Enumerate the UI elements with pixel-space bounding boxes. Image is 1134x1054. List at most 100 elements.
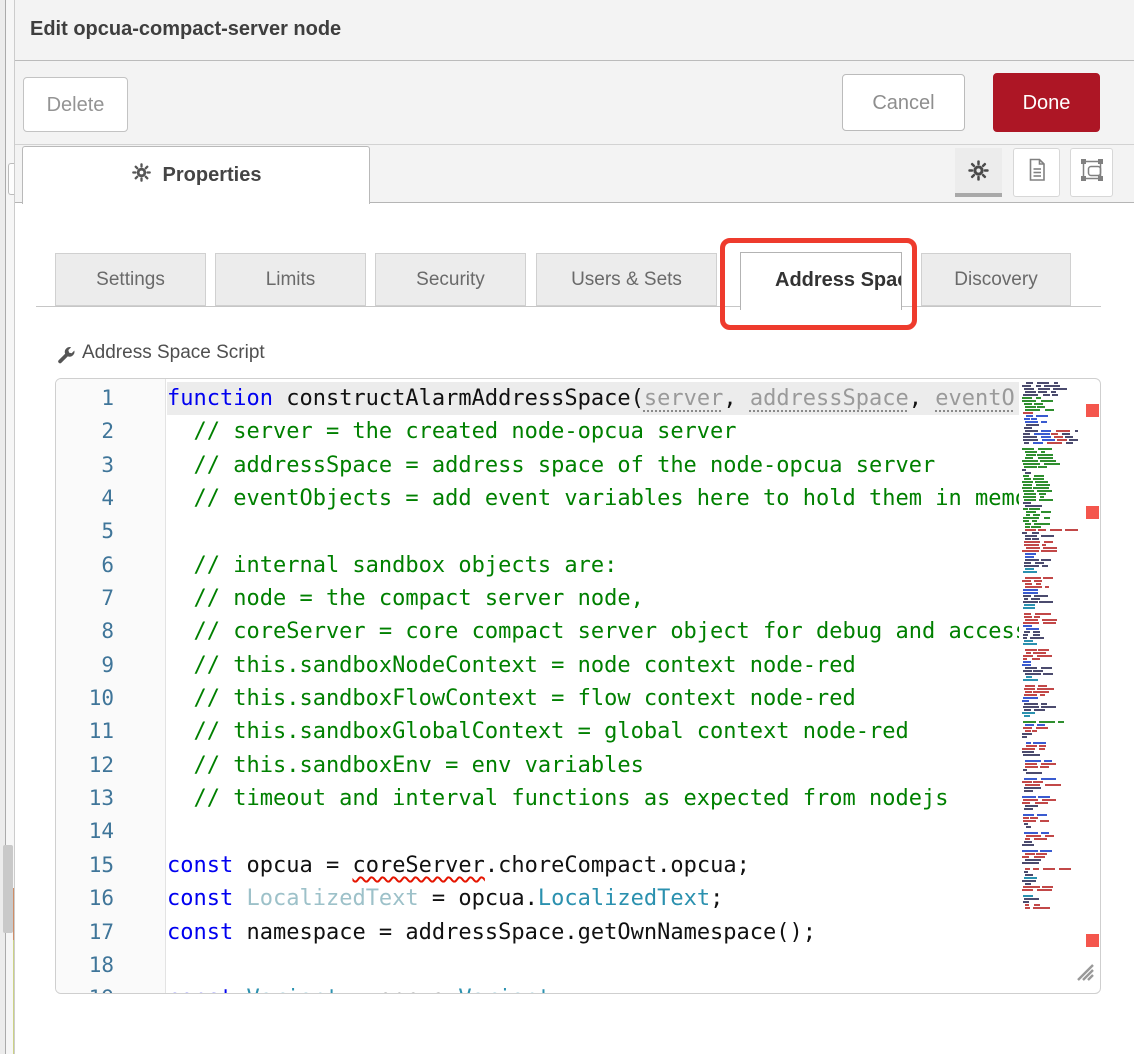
- minimap-dash: [1022, 712, 1034, 714]
- minimap-dash: [1024, 898, 1040, 900]
- line-number: 17: [56, 916, 166, 949]
- minimap-dash: [1024, 787, 1040, 789]
- minimap-dash: [1023, 412, 1033, 414]
- minimap-dash: [1036, 397, 1041, 399]
- minimap-dash: [1037, 406, 1045, 408]
- minimap-dash: [1023, 394, 1038, 396]
- gear-icon: [131, 162, 152, 189]
- minimap-dash: [1034, 433, 1050, 435]
- minimap-dash: [1042, 439, 1055, 441]
- done-button[interactable]: Done: [993, 73, 1100, 132]
- code-token: // timeout and interval functions as exp…: [167, 786, 948, 811]
- code-token: = opcua.: [339, 986, 458, 994]
- code-line: // this.sandboxGlobalContext = global co…: [167, 715, 1019, 748]
- section-title: Address Space Script: [82, 342, 265, 364]
- error-annotation-marker[interactable]: [1086, 506, 1099, 519]
- minimap-dash: [1023, 496, 1036, 498]
- code-line: // node = the compact server node,: [167, 582, 1019, 615]
- minimap-dash: [1050, 529, 1061, 531]
- resize-grip[interactable]: [1072, 959, 1096, 983]
- minimap-dash: [1036, 853, 1047, 855]
- workspace-scrollbar-thumb[interactable]: [3, 845, 13, 933]
- description-nav-button[interactable]: [1013, 148, 1060, 197]
- minimap-dash: [1023, 622, 1040, 624]
- minimap-dash: [1026, 547, 1041, 549]
- code-line: [167, 515, 1019, 548]
- minimap-dash: [1026, 826, 1031, 828]
- minimap-dash: [1023, 799, 1038, 801]
- minimap-dash: [1025, 763, 1037, 765]
- highlight-annotation-box: [720, 238, 917, 330]
- minimap-dash: [1022, 751, 1034, 753]
- line-number: 12: [56, 749, 166, 782]
- dialog-title: Edit opcua-compact-server node: [30, 18, 341, 41]
- minimap-dash: [1025, 526, 1030, 528]
- minimap-dash: [1045, 409, 1054, 411]
- tab-security[interactable]: Security: [375, 253, 526, 306]
- tab-discovery[interactable]: Discovery: [921, 253, 1071, 306]
- minimap-dash: [1026, 742, 1031, 744]
- minimap-dash: [1052, 394, 1058, 396]
- error-annotation-marker[interactable]: [1086, 404, 1099, 417]
- minimap-dash: [1042, 619, 1057, 621]
- minimap-dash: [1038, 649, 1049, 651]
- tab-properties[interactable]: Properties: [22, 146, 370, 204]
- tab-limits[interactable]: Limits: [215, 253, 366, 306]
- line-number: 18: [56, 949, 166, 982]
- delete-button[interactable]: Delete: [23, 77, 128, 132]
- minimap-dash: [1054, 436, 1063, 438]
- code-token: ,: [909, 386, 936, 411]
- code-token: // this.sandboxGlobalContext = global co…: [167, 719, 909, 744]
- minimap-dash: [1051, 391, 1056, 393]
- line-number: 13: [56, 782, 166, 815]
- minimap-dash: [1032, 730, 1037, 732]
- minimap-dash: [1024, 493, 1036, 495]
- minimap-dash: [1023, 820, 1037, 822]
- minimap-dash: [1034, 523, 1050, 525]
- minimap-dash: [1022, 856, 1029, 858]
- minimap-dash: [1023, 625, 1032, 627]
- minimap-dash: [1045, 835, 1054, 837]
- minimap-dash: [1034, 475, 1044, 477]
- code-token: // node = the compact server node,: [167, 586, 644, 611]
- minimap-dash: [1024, 541, 1040, 543]
- editor-minimap[interactable]: [1021, 382, 1078, 922]
- minimap-dash: [1029, 508, 1040, 510]
- editor-code-area[interactable]: function constructAlarmAddressSpace(serv…: [167, 382, 1019, 994]
- minimap-row: [1021, 868, 1078, 871]
- minimap-dash: [1023, 769, 1028, 771]
- minimap-dash: [1040, 496, 1044, 498]
- code-token: ,: [723, 386, 750, 411]
- minimap-dash: [1025, 673, 1040, 675]
- tab-users-and-sets[interactable]: Users & Sets: [536, 253, 717, 306]
- minimap-dash: [1043, 547, 1057, 549]
- code-line: const opcua = coreServer.choreCompact.op…: [167, 849, 1019, 882]
- tab-settings[interactable]: Settings: [55, 253, 206, 306]
- minimap-dash: [1035, 481, 1048, 483]
- properties-nav-button[interactable]: [955, 148, 1002, 197]
- code-editor[interactable]: 12345678910111213141516171819 function c…: [55, 378, 1101, 994]
- cancel-button[interactable]: Cancel: [842, 74, 965, 131]
- minimap-dash: [1038, 685, 1046, 687]
- minimap-dash: [1023, 637, 1027, 639]
- minimap-dash: [1023, 592, 1037, 594]
- minimap-dash: [1024, 688, 1035, 690]
- minimap-dash: [1043, 868, 1055, 870]
- minimap-dash: [1024, 403, 1031, 405]
- minimap-dash: [1065, 529, 1078, 531]
- minimap-dash: [1025, 430, 1037, 432]
- minimap-dash: [1023, 475, 1028, 477]
- minimap-dash: [1025, 553, 1036, 555]
- code-line: const namespace = addressSpace.getOwnNam…: [167, 916, 1019, 949]
- error-annotation-marker[interactable]: [1086, 934, 1099, 947]
- minimap-dash: [1022, 448, 1034, 450]
- minimap-dash: [1022, 532, 1027, 534]
- minimap-dash: [1033, 691, 1049, 693]
- minimap-dash: [1041, 451, 1046, 453]
- code-token: ;: [551, 986, 564, 994]
- minimap-dash: [1026, 415, 1033, 417]
- code-line: // coreServer = core compact server obje…: [167, 615, 1019, 648]
- minimap-dash: [1041, 550, 1058, 552]
- appearance-nav-button[interactable]: [1070, 148, 1113, 197]
- minimap-dash: [1037, 688, 1054, 690]
